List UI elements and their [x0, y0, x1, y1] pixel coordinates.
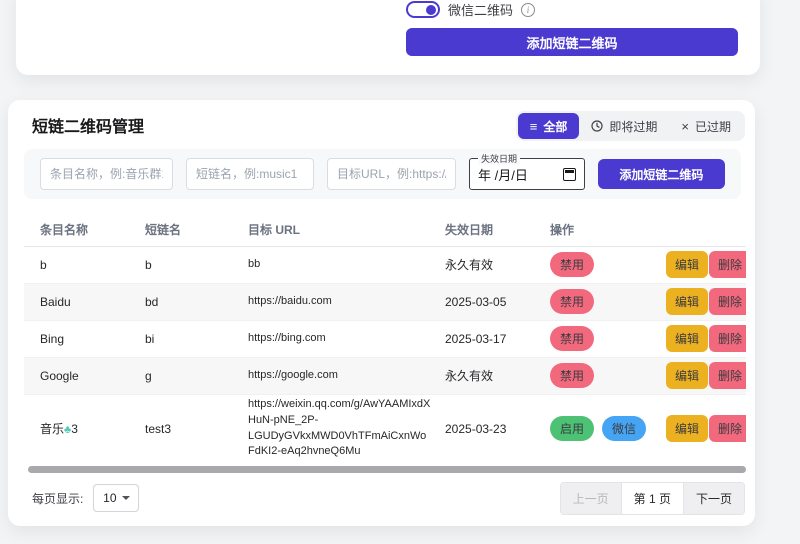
- edit-button[interactable]: 编辑: [666, 415, 708, 442]
- table-row: Bing bi https://bing.com 2025-03-17 禁用 编…: [24, 320, 746, 357]
- cell-expiry: 2025-03-23: [445, 394, 550, 463]
- list-icon: ≡: [530, 120, 538, 133]
- status-badge[interactable]: 启用: [550, 416, 594, 441]
- clock-icon: [591, 120, 603, 132]
- wechat-tag-badge: 微信: [602, 416, 646, 441]
- status-badge[interactable]: 禁用: [550, 252, 594, 277]
- col-entry-name: 条目名称: [24, 214, 145, 246]
- expiry-date-input[interactable]: 失效日期 年 /月/日: [469, 158, 585, 190]
- shortlink-table: 条目名称 短链名 目标 URL 失效日期 操作 b b bb 永久有效 禁用: [24, 214, 746, 463]
- entry-name-input[interactable]: [40, 158, 173, 190]
- toggle-knob: [426, 5, 436, 15]
- add-shortlink-qr-button[interactable]: 添加短链二维码: [406, 28, 738, 56]
- col-target-url: 目标 URL: [248, 214, 445, 246]
- edit-button[interactable]: 编辑: [666, 288, 708, 315]
- delete-button[interactable]: 删除: [709, 288, 746, 315]
- cell-expiry: 2025-03-17: [445, 320, 550, 357]
- cell-shortlink: b: [145, 246, 248, 283]
- per-page-label: 每页显示:: [32, 490, 83, 507]
- col-actions: 操作: [550, 214, 746, 246]
- cell-target-url: https://google.com: [248, 357, 445, 394]
- wechat-toggle-label: 微信二维码: [448, 0, 513, 19]
- expiry-date-label: 失效日期: [478, 152, 520, 165]
- table-row: Baidu bd https://baidu.com 2025-03-05 禁用…: [24, 283, 746, 320]
- status-badge[interactable]: 禁用: [550, 326, 594, 351]
- shortlink-name-input[interactable]: [186, 158, 314, 190]
- cell-shortlink: test3: [145, 394, 248, 463]
- qr-create-card: 微信二维码 i 添加短链二维码: [16, 0, 760, 75]
- table-row: Google g https://google.com 永久有效 禁用 编辑 删…: [24, 357, 746, 394]
- info-icon[interactable]: i: [521, 3, 535, 17]
- per-page-select[interactable]: 10: [93, 484, 139, 512]
- cell-target-url: https://bing.com: [248, 320, 445, 357]
- status-badge[interactable]: 禁用: [550, 289, 594, 314]
- tab-expired[interactable]: × 已过期: [669, 113, 743, 139]
- cell-target-url: https://weixin.qq.com/g/AwYAAMIxdXHuN-pN…: [248, 394, 445, 463]
- chevron-down-icon: [122, 496, 130, 500]
- wechat-qr-toggle[interactable]: [406, 1, 440, 18]
- table-row: 音乐♣3 test3 https://weixin.qq.com/g/AwYAA…: [24, 394, 746, 463]
- col-expiry: 失效日期: [445, 214, 550, 246]
- status-badge[interactable]: 禁用: [550, 363, 594, 388]
- table-header-row: 条目名称 短链名 目标 URL 失效日期 操作: [24, 214, 746, 246]
- cell-expiry: 永久有效: [445, 357, 550, 394]
- add-shortlink-qr-button-2[interactable]: 添加短链二维码: [598, 159, 725, 189]
- table-row: b b bb 永久有效 禁用 编辑 删除 二维码: [24, 246, 746, 283]
- edit-button[interactable]: 编辑: [666, 325, 708, 352]
- edit-button[interactable]: 编辑: [666, 251, 708, 278]
- edit-button[interactable]: 编辑: [666, 362, 708, 389]
- cell-shortlink: bd: [145, 283, 248, 320]
- cell-entry-name: 音乐♣3: [24, 394, 145, 463]
- cell-entry-name: b: [24, 246, 145, 283]
- cell-expiry: 2025-03-05: [445, 283, 550, 320]
- page-indicator: 第 1 页: [621, 483, 684, 514]
- cell-entry-name: Google: [24, 357, 145, 394]
- expiry-date-value: 年 /月/日: [478, 165, 528, 184]
- cell-shortlink: g: [145, 357, 248, 394]
- delete-button[interactable]: 删除: [709, 362, 746, 389]
- table-footer: 每页显示: 10 上一页 第 1 页 下一页: [32, 482, 745, 514]
- cell-target-url: bb: [248, 246, 445, 283]
- cell-entry-name: Baidu: [24, 283, 145, 320]
- x-icon: ×: [681, 120, 689, 133]
- target-url-input[interactable]: [327, 158, 456, 190]
- cell-expiry: 永久有效: [445, 246, 550, 283]
- next-page-button[interactable]: 下一页: [684, 483, 744, 514]
- tab-expiring[interactable]: 即将过期: [579, 113, 669, 139]
- search-filter-panel: 失效日期 年 /月/日 添加短链二维码: [24, 149, 741, 199]
- horizontal-scrollbar[interactable]: [28, 466, 746, 473]
- cell-shortlink: bi: [145, 320, 248, 357]
- filter-tab-group: ≡ 全部 即将过期 × 已过期: [516, 111, 745, 141]
- col-shortlink: 短链名: [145, 214, 248, 246]
- shortlink-manager-card: 短链二维码管理 ≡ 全部 即将过期 × 已过期 失效日期 年 /月/日: [8, 100, 755, 526]
- page-title: 短链二维码管理: [32, 113, 144, 137]
- cell-target-url: https://baidu.com: [248, 283, 445, 320]
- prev-page-button[interactable]: 上一页: [561, 483, 621, 514]
- pagination: 上一页 第 1 页 下一页: [560, 482, 745, 515]
- cell-entry-name: Bing: [24, 320, 145, 357]
- delete-button[interactable]: 删除: [709, 325, 746, 352]
- delete-button[interactable]: 删除: [709, 415, 746, 442]
- calendar-icon[interactable]: [563, 168, 576, 181]
- delete-button[interactable]: 删除: [709, 251, 746, 278]
- wechat-toggle-row: 微信二维码 i: [406, 0, 535, 19]
- tab-all[interactable]: ≡ 全部: [518, 113, 580, 139]
- shortlink-table-wrap: 条目名称 短链名 目标 URL 失效日期 操作 b b bb 永久有效 禁用: [24, 214, 746, 464]
